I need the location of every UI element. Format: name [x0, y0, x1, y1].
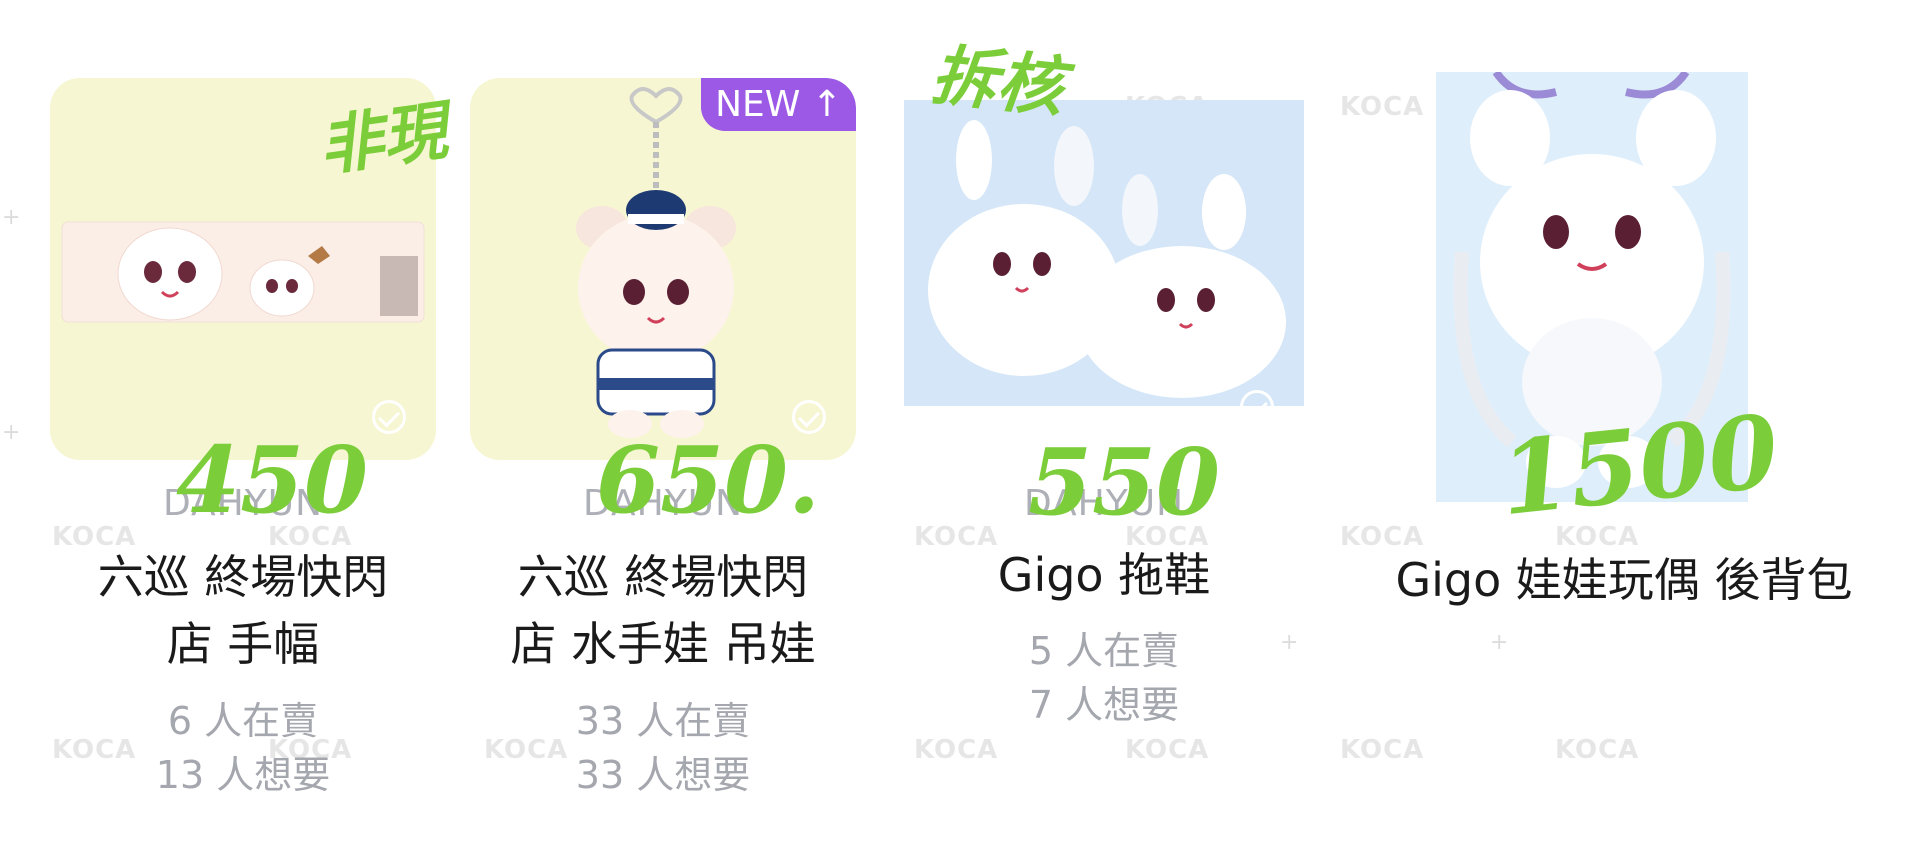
product-image[interactable]: NEW ↑: [470, 78, 856, 460]
watermark: KOCA: [1125, 735, 1210, 765]
artist-label: DAHYUN: [582, 483, 744, 524]
product-title-line2[interactable]: 店 手幅: [20, 612, 466, 676]
grid-marker: +: [2, 205, 21, 230]
artist-label: DAHYUN: [162, 483, 324, 524]
grid-marker: +: [2, 420, 21, 445]
product-title-line1[interactable]: 六巡 終場快閃: [440, 545, 886, 609]
watermark: KOCA: [914, 735, 999, 765]
watermark: KOCA: [1340, 735, 1425, 765]
sellers-count: 6 人在賣: [167, 699, 319, 743]
select-check-icon[interactable]: [372, 400, 406, 434]
sellers-count: 5 人在賣: [1028, 629, 1180, 673]
grid-marker: +: [1490, 630, 1509, 655]
product-title-line1[interactable]: 六巡 終場快閃: [20, 545, 466, 609]
product-image[interactable]: [1436, 72, 1748, 502]
wanters-count: 33 人想要: [575, 753, 751, 797]
sellers-count: 33 人在賣: [575, 699, 751, 743]
gigo-backpack-illustration: [1453, 72, 1731, 488]
watermark: KOCA: [1340, 92, 1425, 122]
product-title-line1[interactable]: Gigo 娃娃玩偶 後背包: [1364, 548, 1884, 612]
product-title-line1[interactable]: Gigo 拖鞋: [884, 543, 1324, 607]
product-title-line2[interactable]: 店 水手娃 吊娃: [440, 612, 886, 676]
wanters-count: 7 人想要: [1028, 683, 1180, 727]
watermark: KOCA: [1555, 735, 1640, 765]
select-check-icon[interactable]: [792, 400, 826, 434]
product-image[interactable]: [904, 100, 1304, 406]
new-badge: NEW ↑: [701, 78, 856, 131]
artist-label: DAHYUN: [1023, 483, 1185, 524]
gigo-slippers-illustration: [928, 120, 1286, 398]
select-check-icon[interactable]: [1240, 390, 1274, 424]
product-image[interactable]: [50, 78, 436, 460]
wanters-count: 13 人想要: [155, 753, 331, 797]
